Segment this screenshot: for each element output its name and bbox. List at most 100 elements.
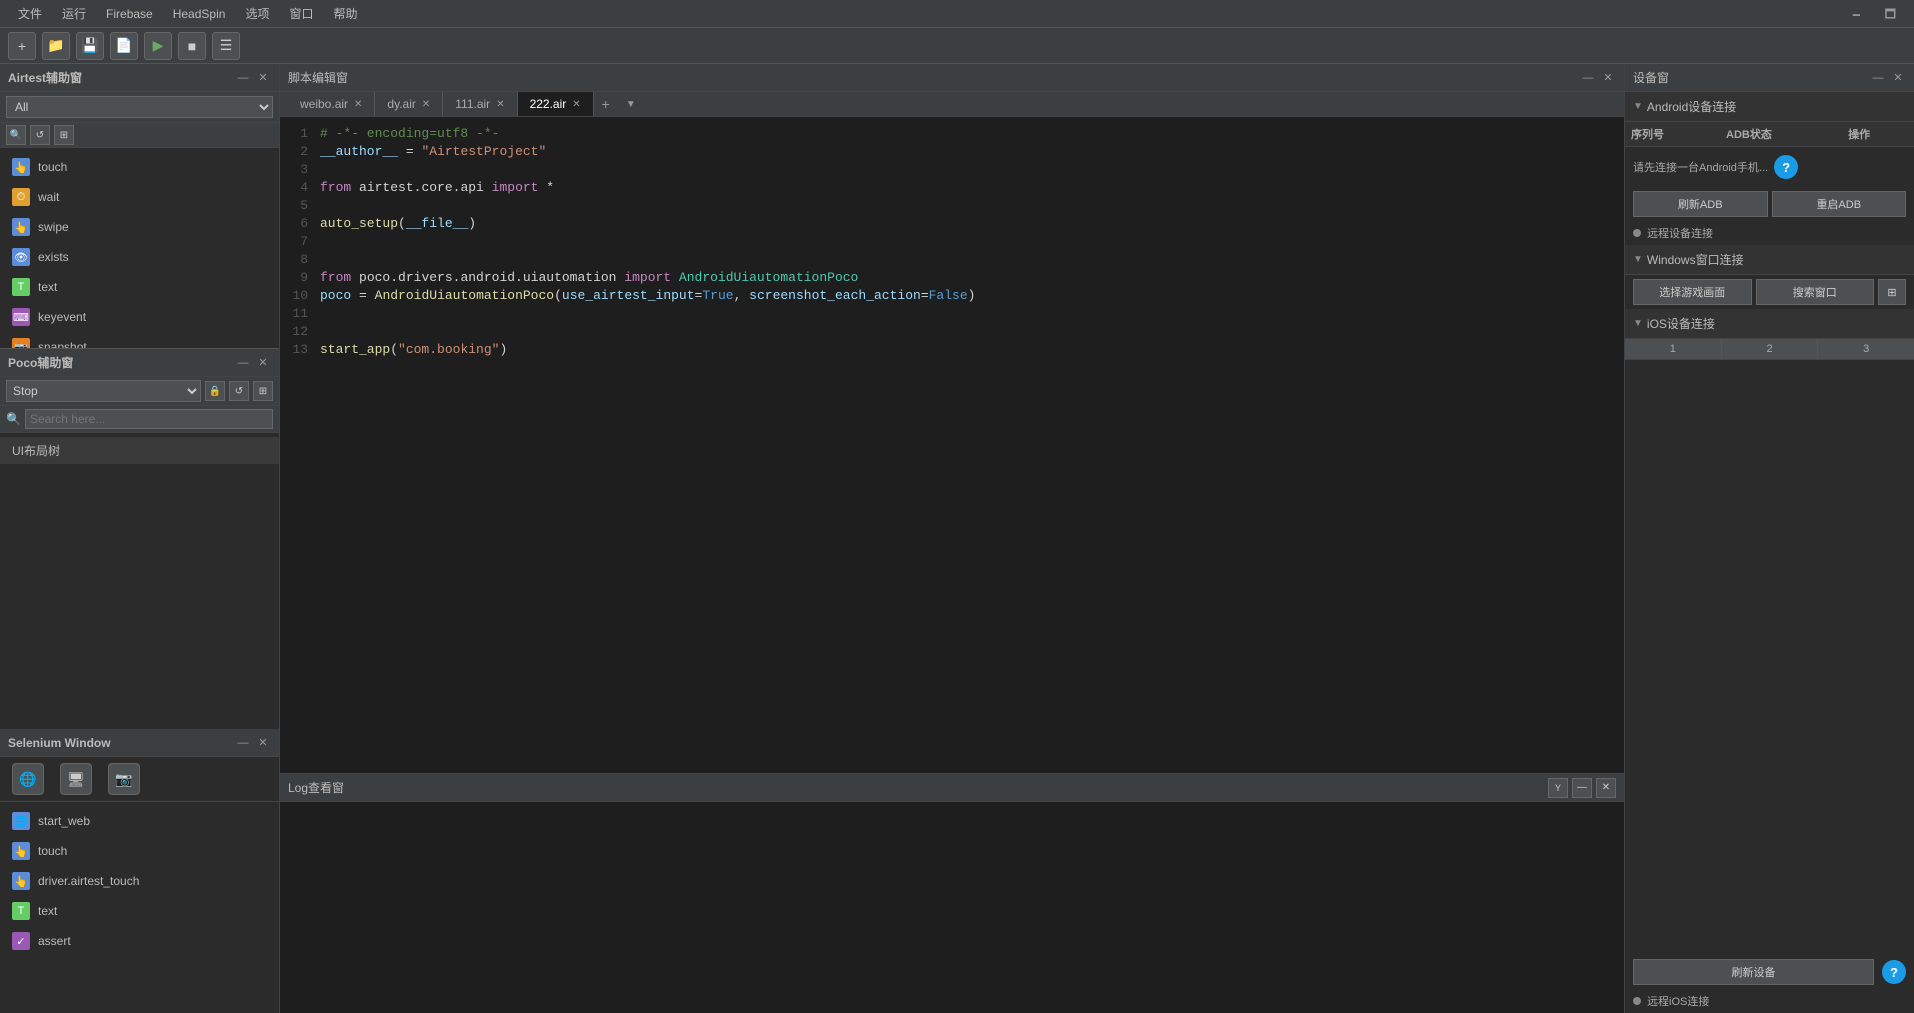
editor-minimize-btn[interactable]: — — [1580, 70, 1596, 86]
poco-grid-icon[interactable]: ⊞ — [253, 381, 273, 401]
tab-dy-label: dy.air — [387, 97, 415, 111]
android-action-btns: 刷新ADB 重启ADB — [1625, 187, 1914, 221]
editor-tab-111[interactable]: 111.air ✕ — [443, 92, 517, 116]
editor-tab-222[interactable]: 222.air ✕ — [518, 92, 594, 116]
device-panel-close-btn[interactable]: ✕ — [1890, 70, 1906, 86]
driver-touch-label: driver.airtest_touch — [38, 874, 139, 888]
airtest-grid-btn[interactable]: ⊞ — [54, 125, 74, 145]
code-line-10: 10 poco = AndroidUiautomationPoco(use_ai… — [280, 287, 1624, 305]
editor-close-btn[interactable]: ✕ — [1600, 70, 1616, 86]
airtest-item-list: 👆 touch ⏱ wait 👆 swipe 👁 exists T t — [0, 148, 279, 348]
selenium-item-assert[interactable]: ✓ assert — [0, 926, 279, 956]
new-button[interactable]: + — [8, 32, 36, 60]
tab-dy-close[interactable]: ✕ — [422, 99, 430, 110]
airtest-filter-icon-btn[interactable]: 🔍 — [6, 125, 26, 145]
search-window-btn[interactable]: 搜索窗口 — [1756, 279, 1875, 305]
ios-refresh-btn[interactable]: 刷新设备 — [1633, 959, 1874, 985]
selenium-item-touch[interactable]: 👆 touch — [0, 836, 279, 866]
menu-firebase[interactable]: Firebase — [96, 0, 163, 28]
menu-run[interactable]: 运行 — [52, 0, 96, 28]
refresh-adb-btn[interactable]: 刷新ADB — [1633, 191, 1768, 217]
windows-section-header[interactable]: ▼ Windows窗口连接 — [1625, 245, 1914, 275]
swipe-icon: 👆 — [12, 218, 30, 236]
editor-tab-menu-btn[interactable]: ▼ — [618, 92, 644, 116]
menu-window[interactable]: 窗口 — [279, 0, 323, 28]
windows-small-btn[interactable]: ⊞ — [1878, 279, 1906, 305]
airtest-close-btn[interactable]: ✕ — [255, 70, 271, 86]
menu-maximize[interactable]: 🗖 — [1875, 0, 1906, 28]
android-section-header[interactable]: ▼ Android设备连接 — [1625, 92, 1914, 122]
tab-weibo-close[interactable]: ✕ — [354, 99, 362, 110]
driver-touch-icon: 👆 — [12, 872, 30, 890]
android-help-btn[interactable]: ? — [1774, 155, 1798, 179]
save-button[interactable]: 💾 — [76, 32, 104, 60]
snapshot-icon: 📷 — [12, 338, 30, 348]
airtest-filter-controls: 🔍 ↺ ⊞ — [0, 123, 279, 148]
code-line-9: 9 from poco.drivers.android.uiautomation… — [280, 269, 1624, 287]
ios-tab-3[interactable]: 3 — [1818, 339, 1914, 359]
menu-help[interactable]: 帮助 — [323, 0, 367, 28]
log-close-btn[interactable]: ✕ — [1596, 778, 1616, 798]
airtest-filter: All touch wait swipe exists text keyeven… — [0, 92, 279, 123]
airtest-title: Airtest辅助窗 — [8, 69, 82, 86]
android-status-text: 请先连接一台Android手机... — [1633, 159, 1768, 175]
code-editor[interactable]: 1 # -*- encoding=utf8 -*- 2 __author__ =… — [280, 117, 1624, 773]
ios-refresh-row: 刷新设备 ? — [1625, 955, 1914, 989]
airtest-item-text[interactable]: T text — [0, 272, 279, 302]
airtest-item-swipe[interactable]: 👆 swipe — [0, 212, 279, 242]
airtest-item-keyevent[interactable]: ⌨ keyevent — [0, 302, 279, 332]
ios-section-header[interactable]: ▼ iOS设备连接 — [1625, 309, 1914, 339]
open-button[interactable]: 📁 — [42, 32, 70, 60]
selenium-item-list: 🌐 start_web 👆 touch 👆 driver.airtest_tou… — [0, 802, 279, 1013]
ios-help-btn[interactable]: ? — [1882, 960, 1906, 984]
poco-panel: Poco辅助窗 — ✕ Stop 🔒 ↺ ⊞ 🔍 UI布局树 — [0, 349, 279, 729]
menu-options[interactable]: 选项 — [235, 0, 279, 28]
save-as-button[interactable]: 📄 — [110, 32, 138, 60]
stop-button[interactable]: ■ — [178, 32, 206, 60]
poco-search-input[interactable] — [25, 409, 273, 429]
log-filter-btn[interactable]: Y — [1548, 778, 1568, 798]
selenium-minimize-btn[interactable]: — — [235, 735, 251, 751]
menu-file[interactable]: 文件 — [8, 0, 52, 28]
tab-222-close[interactable]: ✕ — [572, 99, 580, 110]
menu-headspin[interactable]: HeadSpin — [163, 0, 236, 28]
selenium-globe-icon[interactable]: 🌐 — [12, 763, 44, 795]
airtest-item-snapshot[interactable]: 📷 snapshot — [0, 332, 279, 348]
poco-tree-item[interactable]: UI布局树 — [0, 437, 279, 464]
selenium-item-driver-touch[interactable]: 👆 driver.airtest_touch — [0, 866, 279, 896]
editor-add-tab-btn[interactable]: + — [594, 92, 618, 116]
game-window-btn[interactable]: 选择游戏画面 — [1633, 279, 1752, 305]
airtest-item-exists[interactable]: 👁 exists — [0, 242, 279, 272]
airtest-minimize-btn[interactable]: — — [235, 70, 251, 86]
poco-tree: UI布局树 — [0, 433, 279, 729]
tab-111-close[interactable]: ✕ — [496, 99, 504, 110]
airtest-item-wait[interactable]: ⏱ wait — [0, 182, 279, 212]
selenium-item-text[interactable]: T text — [0, 896, 279, 926]
selenium-monitor-icon[interactable]: 🖥 — [60, 763, 92, 795]
poco-refresh-icon[interactable]: ↺ — [229, 381, 249, 401]
windows-section-arrow: ▼ — [1633, 254, 1643, 265]
editor-tab-weibo[interactable]: weibo.air ✕ — [288, 92, 375, 116]
windows-section-title: Windows窗口连接 — [1647, 251, 1744, 268]
ios-tab-2[interactable]: 2 — [1722, 339, 1819, 359]
airtest-refresh-btn[interactable]: ↺ — [30, 125, 50, 145]
android-status-msg: 请先连接一台Android手机... ? — [1625, 147, 1914, 187]
poco-minimize-btn[interactable]: — — [235, 355, 251, 371]
settings-button[interactable]: ☰ — [212, 32, 240, 60]
airtest-filter-select[interactable]: All touch wait swipe exists text keyeven… — [6, 96, 273, 118]
selenium-item-start-web[interactable]: 🌐 start_web — [0, 806, 279, 836]
ios-tab-1[interactable]: 1 — [1625, 339, 1722, 359]
assert-icon: ✓ — [12, 932, 30, 950]
poco-close-btn[interactable]: ✕ — [255, 355, 271, 371]
run-button[interactable]: ▶ — [144, 32, 172, 60]
device-panel-minimize-btn[interactable]: — — [1870, 70, 1886, 86]
log-minimize-btn[interactable]: — — [1572, 778, 1592, 798]
selenium-camera-icon[interactable]: 📷 — [108, 763, 140, 795]
airtest-item-touch[interactable]: 👆 touch — [0, 152, 279, 182]
editor-tab-dy[interactable]: dy.air ✕ — [375, 92, 443, 116]
reset-adb-btn[interactable]: 重启ADB — [1772, 191, 1907, 217]
poco-mode-select[interactable]: Stop — [6, 380, 201, 402]
poco-lock-icon[interactable]: 🔒 — [205, 381, 225, 401]
menu-minimize[interactable]: 🗕 — [1842, 0, 1871, 28]
selenium-close-btn[interactable]: ✕ — [255, 735, 271, 751]
